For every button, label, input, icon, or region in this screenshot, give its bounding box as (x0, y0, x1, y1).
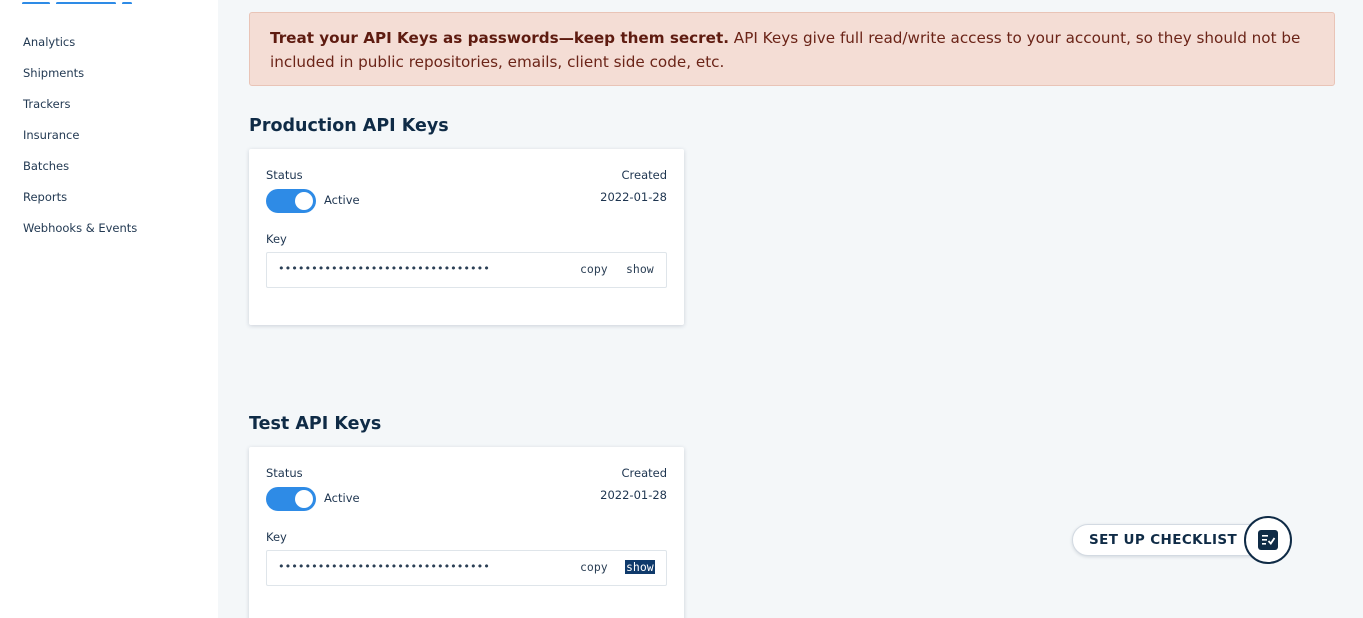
sidebar-nav: Analytics Shipments Trackers Insurance B… (23, 30, 137, 247)
setup-checklist-toggle[interactable] (1244, 516, 1292, 564)
key-label: Key (266, 232, 287, 246)
test-key-field: •••••••••••••••••••••••••••••••• copy sh… (266, 550, 667, 586)
created-label: Created (621, 168, 667, 182)
production-key-field: •••••••••••••••••••••••••••••••• copy sh… (266, 252, 667, 288)
created-date: 2022-01-28 (600, 190, 667, 204)
status-label: Status (266, 466, 303, 480)
setup-checklist-widget[interactable]: SET UP CHECKLIST (1072, 516, 1294, 564)
alert-bold-text: Treat your API Keys as passwords—keep th… (270, 29, 729, 47)
setup-checklist-button[interactable]: SET UP CHECKLIST (1072, 524, 1262, 556)
created-label: Created (621, 466, 667, 480)
status-value: Active (324, 193, 360, 207)
sidebar-item-batches[interactable]: Batches (23, 154, 137, 185)
show-key-button[interactable]: show (625, 262, 655, 276)
production-key-card: Status Created Active 2022-01-28 Key •••… (249, 149, 684, 325)
sidebar-item-analytics[interactable]: Analytics (23, 30, 137, 61)
masked-key: •••••••••••••••••••••••••••••••• (278, 560, 490, 573)
test-keys-title: Test API Keys (249, 414, 382, 434)
masked-key: •••••••••••••••••••••••••••••••• (278, 262, 490, 275)
status-label: Status (266, 168, 303, 182)
sidebar-item-trackers[interactable]: Trackers (23, 92, 137, 123)
sidebar-item-reports[interactable]: Reports (23, 185, 137, 216)
test-status-toggle[interactable] (266, 487, 316, 511)
sidebar-item-webhooks-events[interactable]: Webhooks & Events (23, 216, 137, 247)
status-value: Active (324, 491, 360, 505)
production-status-toggle[interactable] (266, 189, 316, 213)
copy-key-button[interactable]: copy (580, 560, 608, 574)
test-key-card: Status Created Active 2022-01-28 Key •••… (249, 447, 684, 618)
security-alert: Treat your API Keys as passwords—keep th… (249, 12, 1335, 86)
sidebar: Analytics Shipments Trackers Insurance B… (0, 0, 218, 618)
toggle-knob (295, 192, 313, 210)
sidebar-brand-stub (22, 0, 152, 4)
key-label: Key (266, 530, 287, 544)
created-date: 2022-01-28 (600, 488, 667, 502)
toggle-knob (295, 490, 313, 508)
copy-key-button[interactable]: copy (580, 262, 608, 276)
sidebar-item-shipments[interactable]: Shipments (23, 61, 137, 92)
checklist-icon (1258, 530, 1278, 550)
production-keys-title: Production API Keys (249, 116, 449, 136)
show-key-button[interactable]: show (625, 560, 655, 574)
sidebar-item-insurance[interactable]: Insurance (23, 123, 137, 154)
